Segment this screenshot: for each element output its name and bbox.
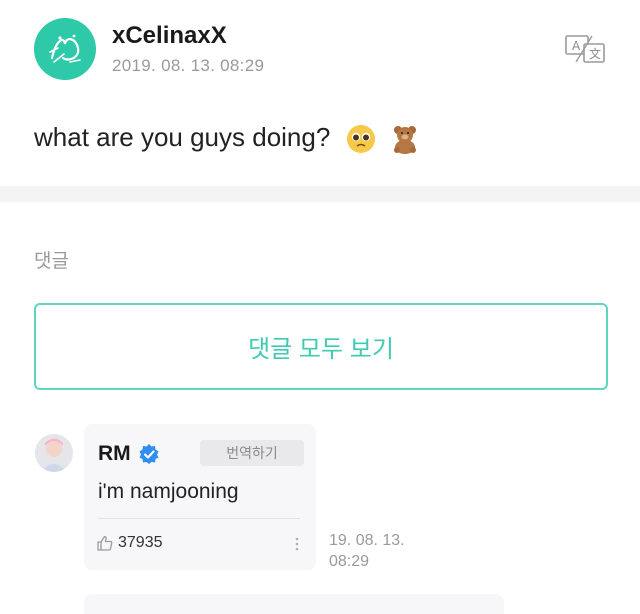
- pleading-face-emoji: [346, 124, 376, 154]
- post-author-name[interactable]: xCelinaxX: [112, 22, 227, 50]
- post-text: what are you guys doing?: [34, 122, 331, 152]
- author-avatar[interactable]: [34, 18, 96, 80]
- section-divider: [0, 186, 640, 202]
- comment-date: 19. 08. 13.: [329, 532, 405, 549]
- comment-time: 08:29: [329, 553, 370, 570]
- svg-text:A: A: [572, 39, 581, 53]
- thumbs-up-icon: [97, 535, 113, 551]
- comment-timestamp: 19. 08. 13. 08:29: [329, 530, 429, 572]
- comment-text: i'm namjooning: [98, 480, 239, 503]
- profile-photo-icon: [35, 434, 73, 472]
- translate-button[interactable]: A 文: [562, 32, 608, 66]
- avatar-logo-icon: [49, 34, 81, 63]
- like-button[interactable]: 37935: [96, 532, 163, 554]
- post-timestamp: 2019. 08. 13. 08:29: [112, 56, 265, 75]
- comment-avatar[interactable]: [35, 434, 73, 472]
- comment-author-name[interactable]: RM: [98, 442, 131, 466]
- translate-icon: A 文: [565, 35, 605, 63]
- svg-text:文: 文: [589, 46, 601, 61]
- comment-separator: [98, 518, 300, 519]
- post-body: what are you guys doing?: [34, 122, 421, 155]
- more-vertical-icon: [295, 537, 299, 551]
- teddy-bear-emoji: [389, 123, 421, 155]
- next-comment-bubble: [84, 594, 504, 614]
- view-all-comments-button[interactable]: 댓글 모두 보기: [34, 303, 608, 390]
- like-count: 37935: [118, 534, 163, 551]
- comments-label: 댓글: [34, 251, 69, 272]
- comment-translate-button[interactable]: 번역하기: [200, 440, 304, 466]
- verified-badge-icon: [138, 443, 160, 465]
- comment-bubble: RM 번역하기 i'm namjooning 37935: [84, 424, 316, 570]
- more-options-button[interactable]: [292, 534, 302, 554]
- post-header: xCelinaxX 2019. 08. 13. 08:29 A 文: [0, 0, 640, 110]
